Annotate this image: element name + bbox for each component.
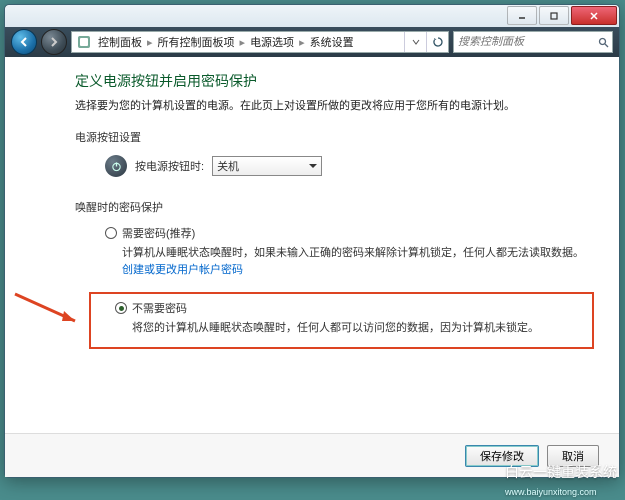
breadcrumb-item[interactable]: 所有控制面板项	[156, 34, 237, 50]
radio-require-password[interactable]: 需要密码(推荐)	[105, 225, 597, 241]
page-description: 选择要为您的计算机设置的电源。在此页上对设置所做的更改将应用于您所有的电源计划。	[75, 97, 597, 113]
page-title: 定义电源按钮并启用密码保护	[75, 71, 597, 91]
titlebar	[5, 5, 619, 27]
breadcrumb-item[interactable]: 系统设置	[308, 34, 356, 50]
option-description: 计算机从睡眠状态唤醒时，如果未输入正确的密码来解除计算机锁定，任何人都无法读取数…	[122, 245, 597, 278]
close-button[interactable]	[571, 6, 617, 25]
navigation-bar: 控制面板▸ 所有控制面板项▸ 电源选项▸ 系统设置	[5, 27, 619, 57]
dropdown-button[interactable]	[404, 32, 426, 52]
search-icon	[594, 37, 612, 48]
radio-no-password[interactable]: 不需要密码	[115, 300, 584, 316]
power-button-label: 按电源按钮时:	[135, 158, 204, 174]
forward-button[interactable]	[41, 29, 67, 55]
watermark: 白云一键重装系统 www.baiyunxitong.com	[505, 462, 617, 498]
radio-label: 需要密码(推荐)	[122, 225, 195, 241]
radio-input[interactable]	[115, 302, 127, 314]
search-input[interactable]	[454, 36, 594, 48]
search-box[interactable]	[453, 31, 613, 53]
back-button[interactable]	[11, 29, 37, 55]
annotation-arrow	[10, 289, 90, 349]
breadcrumb-item[interactable]: 控制面板	[96, 34, 144, 50]
refresh-button[interactable]	[426, 32, 448, 52]
address-bar[interactable]: 控制面板▸ 所有控制面板项▸ 电源选项▸ 系统设置	[71, 31, 449, 53]
radio-input[interactable]	[105, 227, 117, 239]
highlighted-option: 不需要密码 将您的计算机从睡眠状态唤醒时，任何人都可以访问您的数据，因为计算机未…	[89, 292, 594, 349]
create-password-link[interactable]: 创建或更改用户帐户密码	[122, 264, 243, 276]
control-panel-icon	[76, 34, 92, 50]
section-title-wake-password: 唤醒时的密码保护	[75, 199, 597, 215]
chevron-right-icon: ▸	[144, 36, 156, 49]
chevron-right-icon: ▸	[296, 36, 308, 49]
minimize-button[interactable]	[507, 6, 537, 25]
dropdown-value: 关机	[217, 158, 239, 174]
maximize-button[interactable]	[539, 6, 569, 25]
chevron-right-icon: ▸	[237, 36, 249, 49]
control-panel-window: 控制面板▸ 所有控制面板项▸ 电源选项▸ 系统设置 定义电源按钮并启用密码保护 …	[4, 4, 620, 478]
chevron-down-icon	[309, 164, 317, 168]
power-button-row: 按电源按钮时: 关机	[105, 155, 597, 177]
power-action-dropdown[interactable]: 关机	[212, 156, 322, 176]
breadcrumb-item[interactable]: 电源选项	[248, 34, 296, 50]
option-description: 将您的计算机从睡眠状态唤醒时，任何人都可以访问您的数据，因为计算机未锁定。	[132, 320, 584, 337]
power-icon	[105, 155, 127, 177]
content-area: 定义电源按钮并启用密码保护 选择要为您的计算机设置的电源。在此页上对设置所做的更…	[5, 57, 619, 433]
radio-label: 不需要密码	[132, 300, 187, 316]
section-title-power-button: 电源按钮设置	[75, 129, 597, 145]
